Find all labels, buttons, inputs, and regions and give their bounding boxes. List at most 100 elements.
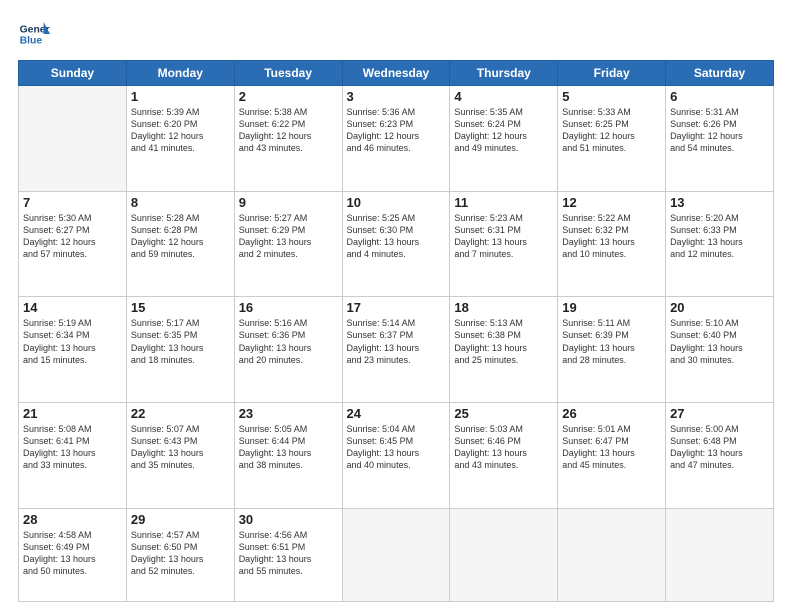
sunrise-line: Sunrise: 5:00 AM [670, 423, 769, 435]
day-number: 16 [239, 300, 338, 315]
sunrise-line: Sunrise: 5:31 AM [670, 106, 769, 118]
cal-cell [342, 508, 450, 601]
day-number: 15 [131, 300, 230, 315]
daylight-minutes: and 59 minutes. [131, 248, 230, 260]
header: General Blue [18, 18, 774, 50]
daylight-minutes: and 15 minutes. [23, 354, 122, 366]
cal-cell [450, 508, 558, 601]
day-number: 5 [562, 89, 661, 104]
daylight-minutes: and 49 minutes. [454, 142, 553, 154]
day-number: 26 [562, 406, 661, 421]
day-number: 30 [239, 512, 338, 527]
daylight-minutes: and 23 minutes. [347, 354, 446, 366]
daylight-minutes: and 30 minutes. [670, 354, 769, 366]
day-number: 1 [131, 89, 230, 104]
daylight-label: Daylight: 13 hours [454, 236, 553, 248]
sunset-line: Sunset: 6:46 PM [454, 435, 553, 447]
daylight-label: Daylight: 12 hours [23, 236, 122, 248]
week-row-4: 21Sunrise: 5:08 AMSunset: 6:41 PMDayligh… [19, 403, 774, 509]
day-number: 6 [670, 89, 769, 104]
daylight-minutes: and 38 minutes. [239, 459, 338, 471]
sunset-line: Sunset: 6:50 PM [131, 541, 230, 553]
daylight-minutes: and 12 minutes. [670, 248, 769, 260]
day-number: 7 [23, 195, 122, 210]
day-number: 17 [347, 300, 446, 315]
sunrise-line: Sunrise: 5:07 AM [131, 423, 230, 435]
cal-cell: 4Sunrise: 5:35 AMSunset: 6:24 PMDaylight… [450, 86, 558, 192]
day-number: 29 [131, 512, 230, 527]
daylight-label: Daylight: 13 hours [131, 342, 230, 354]
day-number: 25 [454, 406, 553, 421]
sunrise-line: Sunrise: 4:58 AM [23, 529, 122, 541]
daylight-minutes: and 10 minutes. [562, 248, 661, 260]
sunset-line: Sunset: 6:48 PM [670, 435, 769, 447]
daylight-label: Daylight: 13 hours [239, 553, 338, 565]
day-number: 3 [347, 89, 446, 104]
cal-cell: 24Sunrise: 5:04 AMSunset: 6:45 PMDayligh… [342, 403, 450, 509]
sunrise-line: Sunrise: 5:36 AM [347, 106, 446, 118]
daylight-minutes: and 4 minutes. [347, 248, 446, 260]
sunset-line: Sunset: 6:38 PM [454, 329, 553, 341]
sunset-line: Sunset: 6:24 PM [454, 118, 553, 130]
day-number: 24 [347, 406, 446, 421]
week-row-1: 1Sunrise: 5:39 AMSunset: 6:20 PMDaylight… [19, 86, 774, 192]
daylight-label: Daylight: 13 hours [562, 447, 661, 459]
daylight-label: Daylight: 13 hours [454, 342, 553, 354]
daylight-label: Daylight: 13 hours [239, 236, 338, 248]
cal-cell: 28Sunrise: 4:58 AMSunset: 6:49 PMDayligh… [19, 508, 127, 601]
sunrise-line: Sunrise: 4:56 AM [239, 529, 338, 541]
cal-cell: 20Sunrise: 5:10 AMSunset: 6:40 PMDayligh… [666, 297, 774, 403]
daylight-label: Daylight: 12 hours [347, 130, 446, 142]
cal-cell: 1Sunrise: 5:39 AMSunset: 6:20 PMDaylight… [126, 86, 234, 192]
sunrise-line: Sunrise: 5:04 AM [347, 423, 446, 435]
cal-cell: 12Sunrise: 5:22 AMSunset: 6:32 PMDayligh… [558, 191, 666, 297]
daylight-label: Daylight: 13 hours [131, 553, 230, 565]
daylight-minutes: and 25 minutes. [454, 354, 553, 366]
daylight-label: Daylight: 13 hours [131, 447, 230, 459]
day-number: 8 [131, 195, 230, 210]
cal-cell: 2Sunrise: 5:38 AMSunset: 6:22 PMDaylight… [234, 86, 342, 192]
sunrise-line: Sunrise: 5:08 AM [23, 423, 122, 435]
day-number: 20 [670, 300, 769, 315]
sunrise-line: Sunrise: 4:57 AM [131, 529, 230, 541]
week-row-3: 14Sunrise: 5:19 AMSunset: 6:34 PMDayligh… [19, 297, 774, 403]
daylight-label: Daylight: 12 hours [239, 130, 338, 142]
daylight-minutes: and 43 minutes. [454, 459, 553, 471]
sunset-line: Sunset: 6:23 PM [347, 118, 446, 130]
week-row-2: 7Sunrise: 5:30 AMSunset: 6:27 PMDaylight… [19, 191, 774, 297]
daylight-label: Daylight: 12 hours [131, 236, 230, 248]
week-row-5: 28Sunrise: 4:58 AMSunset: 6:49 PMDayligh… [19, 508, 774, 601]
sunrise-line: Sunrise: 5:19 AM [23, 317, 122, 329]
daylight-minutes: and 33 minutes. [23, 459, 122, 471]
daylight-minutes: and 28 minutes. [562, 354, 661, 366]
sunrise-line: Sunrise: 5:35 AM [454, 106, 553, 118]
sunset-line: Sunset: 6:49 PM [23, 541, 122, 553]
daylight-minutes: and 45 minutes. [562, 459, 661, 471]
sunrise-line: Sunrise: 5:33 AM [562, 106, 661, 118]
sunset-line: Sunset: 6:47 PM [562, 435, 661, 447]
cal-cell [558, 508, 666, 601]
cal-cell: 17Sunrise: 5:14 AMSunset: 6:37 PMDayligh… [342, 297, 450, 403]
daylight-label: Daylight: 13 hours [239, 447, 338, 459]
sunset-line: Sunset: 6:27 PM [23, 224, 122, 236]
sunrise-line: Sunrise: 5:13 AM [454, 317, 553, 329]
sunset-line: Sunset: 6:33 PM [670, 224, 769, 236]
sunset-line: Sunset: 6:29 PM [239, 224, 338, 236]
sunrise-line: Sunrise: 5:05 AM [239, 423, 338, 435]
day-number: 22 [131, 406, 230, 421]
daylight-minutes: and 35 minutes. [131, 459, 230, 471]
day-number: 10 [347, 195, 446, 210]
logo: General Blue [18, 18, 54, 50]
sunset-line: Sunset: 6:43 PM [131, 435, 230, 447]
logo-icon: General Blue [18, 18, 50, 50]
daylight-minutes: and 50 minutes. [23, 565, 122, 577]
sunset-line: Sunset: 6:40 PM [670, 329, 769, 341]
cal-cell: 5Sunrise: 5:33 AMSunset: 6:25 PMDaylight… [558, 86, 666, 192]
cal-cell [19, 86, 127, 192]
daylight-label: Daylight: 12 hours [562, 130, 661, 142]
daylight-label: Daylight: 13 hours [670, 447, 769, 459]
cal-cell: 19Sunrise: 5:11 AMSunset: 6:39 PMDayligh… [558, 297, 666, 403]
daylight-label: Daylight: 13 hours [23, 553, 122, 565]
day-number: 11 [454, 195, 553, 210]
cal-cell: 11Sunrise: 5:23 AMSunset: 6:31 PMDayligh… [450, 191, 558, 297]
